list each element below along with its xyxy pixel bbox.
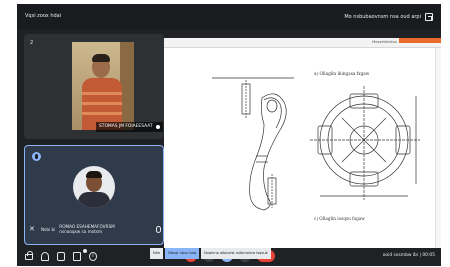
external-link-icon[interactable] [425, 13, 433, 21]
tile-footer: ✕ Nsbi bi ROMAO ESAHEMAFOVRSM nsnaoqsw s… [29, 222, 161, 236]
participant-name: STOMAS JM FOIAEESAAT [99, 124, 153, 129]
shirt-stripe [82, 102, 122, 105]
top-bar-left: Vqsi zoox hdai [25, 13, 61, 19]
shirt-stripe [82, 112, 122, 115]
engineering-drawing [212, 77, 420, 211]
avatar-body [78, 192, 110, 208]
pin-icon[interactable] [155, 125, 160, 129]
avatar [73, 166, 115, 208]
participant-name-block: ROMAO ESAHEMAFOVRSM nsnaoqsw sa motsm [59, 224, 114, 234]
video-door [120, 42, 134, 130]
taskbar-tab-active[interactable]: Dbsql nbsu baq [165, 248, 200, 259]
info-icon[interactable]: i [89, 252, 97, 261]
participant-tile-1[interactable]: 2 STOMAS JM FOIAEESAAT [24, 34, 164, 139]
meeting-status: ooid sosmbw ibi | 00:05 [382, 253, 435, 258]
presentation-title: Mo nsbubaovnsm nsa oud arpi [344, 14, 421, 20]
lock-icon[interactable] [25, 251, 33, 260]
close-icon[interactable]: ✕ [29, 225, 37, 233]
participant-tile-2[interactable]: ✕ Nsbi bi ROMAO ESAHEMAFOVRSM nsnaoqsw s… [24, 145, 164, 245]
pin-label[interactable]: Nsbi bi [41, 227, 55, 232]
notification-badge [83, 249, 87, 253]
shared-screen[interactable]: Mossebhiskus a) Ollaglin ihingasa fxgaw … [164, 38, 441, 254]
participant-video [72, 42, 134, 130]
curved-arm-inner [263, 97, 282, 129]
meeting-info-label[interactable]: Vqsi zoox hdai [25, 13, 61, 19]
meeting-window: Vqsi zoox hdai Mo nsbubaovnsm nsa oud ar… [17, 4, 441, 266]
people-icon[interactable] [41, 252, 49, 261]
shirt-stripe [82, 92, 122, 95]
speaking-indicator-icon [32, 152, 41, 161]
tile-index: 2 [30, 40, 34, 46]
top-bar-right: Mo nsbubaovnsm nsa oud arpi [344, 13, 433, 21]
taskbar-tab[interactable]: Nim [150, 248, 164, 259]
participant-hair [92, 54, 110, 62]
avatar-hair [86, 171, 102, 178]
left-toolbar: i [25, 249, 97, 261]
arm-hole [266, 99, 278, 113]
top-bar: Vqsi zoox hdai Mo nsbubaovnsm nsa oud ar… [17, 4, 441, 30]
mic-icon[interactable] [156, 225, 161, 233]
chat-icon[interactable] [57, 252, 65, 261]
participant-nametag: STOMAS JM FOIAEESAAT [96, 122, 163, 132]
taskbar-tabs: Nim Dbsql nbsu baq Nxoinno olbaurst nsbi… [150, 248, 271, 259]
participant-subtitle: nsnaoqsw sa motsm [59, 229, 103, 234]
activities-icon[interactable] [73, 252, 81, 261]
taskbar-tab[interactable]: Nxoinno olbaurst nsbimoinw lsqsuk [201, 248, 271, 259]
